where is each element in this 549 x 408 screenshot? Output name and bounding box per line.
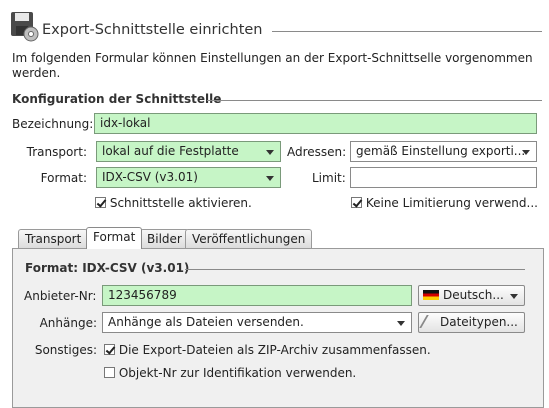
language-value: Deutsch... <box>443 288 504 302</box>
dateitypen-label: Dateitypen... <box>440 315 518 329</box>
chevron-down-icon <box>510 294 518 299</box>
dateitypen-button[interactable]: Dateitypen... <box>418 312 525 333</box>
format-select[interactable]: IDX-CSV (v3.01) <box>96 167 281 188</box>
nolimit-row: Keine Limitierung verwend... <box>351 196 538 210</box>
title-divider <box>272 31 542 32</box>
objekt-row: Objekt-Nr zur Identifikation verwenden. <box>104 366 356 380</box>
format-section-divider <box>185 269 525 270</box>
chevron-down-icon <box>397 321 405 326</box>
activate-checkbox[interactable] <box>95 197 106 208</box>
sonstiges-label: Sonstiges: <box>34 343 97 357</box>
anhaenge-select-value: Anhänge als Dateien versenden. <box>108 315 304 329</box>
zip-row: Die Export-Dateien als ZIP-Archiv zusamm… <box>104 343 431 357</box>
transport-label: Transport: <box>26 145 87 159</box>
anbieter-input[interactable]: 123456789 <box>102 285 412 306</box>
intro-text: Im folgenden Formular können Einstellung… <box>12 51 533 80</box>
section-divider <box>207 100 542 101</box>
bezeichnung-label: Bezeichnung: <box>12 117 94 131</box>
zip-label: Die Export-Dateien als ZIP-Archiv zusamm… <box>118 343 431 357</box>
disk-gear-icon <box>10 10 40 42</box>
format-label: Format: <box>40 171 87 185</box>
chevron-down-icon <box>522 150 530 155</box>
nolimit-checkbox[interactable] <box>351 197 362 208</box>
anbieter-label: Anbieter-Nr: <box>24 289 97 303</box>
format-select-value: IDX-CSV (v3.01) <box>102 170 198 184</box>
nolimit-label: Keine Limitierung verwend... <box>365 196 538 210</box>
anhaenge-label: Anhänge: <box>39 316 97 330</box>
zip-checkbox[interactable] <box>104 344 115 355</box>
page-title: Export-Schnittstelle einrichten <box>42 22 263 38</box>
bezeichnung-input[interactable]: idx-lokal <box>94 113 537 134</box>
adressen-select-value: gemäß Einstellung exporti... <box>356 144 526 158</box>
tab-veroeffentlichungen[interactable]: Veröffentlichungen <box>185 229 313 248</box>
anhaenge-select[interactable]: Anhänge als Dateien versenden. <box>102 312 412 333</box>
chevron-down-icon <box>266 176 274 181</box>
transport-select-value: lokal auf die Festplatte <box>102 144 239 158</box>
format-section-title: Format: IDX-CSV (v3.01) <box>25 261 190 275</box>
config-section-title: Konfiguration der Schnittstelle <box>12 92 222 106</box>
adressen-select[interactable]: gemäß Einstellung exporti... <box>350 141 537 162</box>
tab-format[interactable]: Format <box>86 227 143 249</box>
tab-bilder[interactable]: Bilder <box>140 229 189 248</box>
wand-icon <box>419 315 440 328</box>
tab-transport[interactable]: Transport <box>18 229 89 248</box>
activate-row: Schnittstelle aktivieren. <box>95 196 252 210</box>
transport-select[interactable]: lokal auf die Festplatte <box>96 141 281 162</box>
limit-label: Limit: <box>312 171 346 185</box>
limit-input[interactable] <box>350 167 537 188</box>
german-flag-icon <box>423 290 439 300</box>
activate-label: Schnittstelle aktivieren. <box>109 196 252 210</box>
objekt-checkbox[interactable] <box>104 367 115 378</box>
adressen-label: Adressen: <box>287 145 347 159</box>
language-select[interactable]: Deutsch... <box>418 285 525 306</box>
objekt-label: Objekt-Nr zur Identifikation verwenden. <box>118 366 357 380</box>
chevron-down-icon <box>266 150 274 155</box>
